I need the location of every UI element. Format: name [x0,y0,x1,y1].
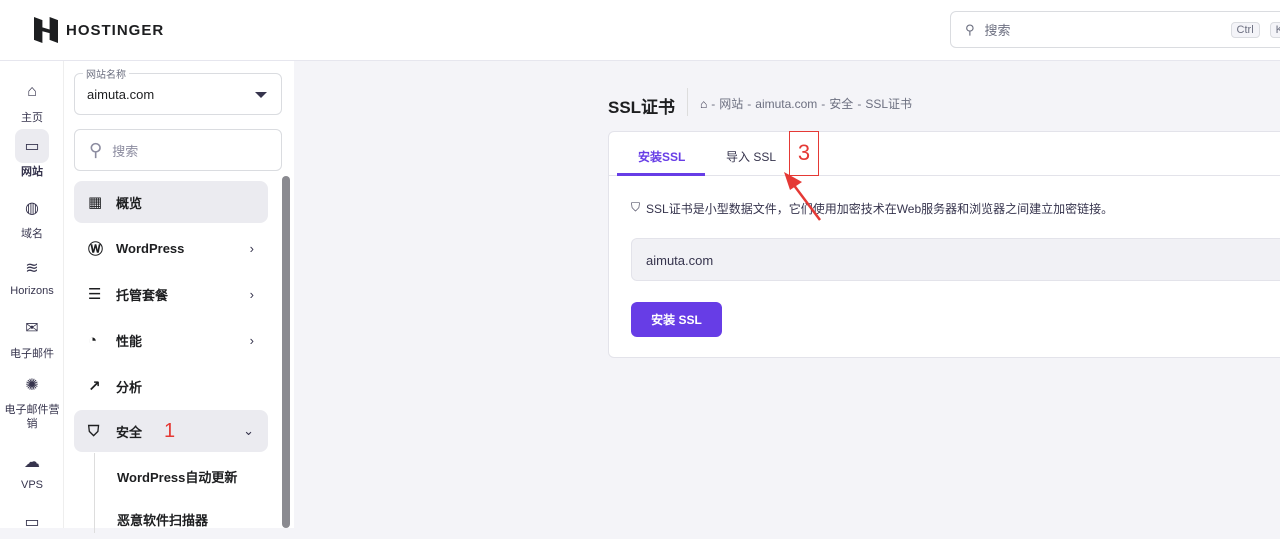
rail-domains[interactable]: ◍ 域名 [0,191,64,241]
top-bar: HOSTINGER ⚲ 搜索 Ctrl K [0,0,1280,61]
spinner-icon: ✺ [25,377,39,394]
mail-icon: ✉ [25,320,39,337]
browser-icon: ▭ [15,129,49,163]
shield-check-icon: ⛉ [88,422,100,440]
pie-chart-icon: ◔ [88,331,98,349]
wordpress-icon: Ⓦ [88,240,104,258]
logo-mark-icon [34,17,58,43]
annotation-step-1: 1 [164,419,176,442]
breadcrumb-item[interactable]: 安全 [829,95,853,112]
rail-email[interactable]: ✉ 电子邮件 [0,311,64,361]
rail-vps[interactable]: ☁ VPS [0,445,64,491]
page-title: SSL证书 [608,98,676,117]
breadcrumb: ⌂ - 网站 - aimuta.com - 安全 - SSL证书 [700,95,912,112]
breadcrumb-item[interactable]: aimuta.com [755,97,817,111]
ssl-tabs: 安装SSL 导入 SSL [609,132,1280,176]
divider [687,88,688,116]
home-icon: ⌂ [27,83,37,100]
rail-billing[interactable]: ▭ [0,505,64,539]
kbd-k: K [1269,21,1280,38]
sidebar-item-wordpress[interactable]: Ⓦ WordPress › [74,227,268,269]
server-icon: ☰ [88,286,102,303]
rail-email-marketing[interactable]: ✺ 电子邮件营销 [0,369,64,431]
active-tab-underline [617,173,705,176]
chevron-right-icon: › [249,240,254,256]
app-rail: ⌂ 主页 ▭ 网站 ◍ 域名 ≋ Horizons ✉ 电子邮件 ✺ 电子邮件营销 ☁ VPS… [0,61,64,531]
site-select[interactable]: 网站名称 aimuta.com [74,66,282,115]
sidebar-item-analytics[interactable]: ↗ 分析 [74,365,268,407]
sidebar-search-input[interactable]: ⚲ 搜索 [74,129,282,171]
search-icon: ⚲ [89,139,103,160]
chevron-right-icon: › [249,332,254,348]
submenu-line [94,453,95,533]
search-icon: ⚲ [965,21,975,37]
caret-down-icon [255,92,267,98]
rail-home[interactable]: ⌂ 主页 [0,75,64,125]
breadcrumb-item[interactable]: 网站 [719,95,743,112]
line-chart-icon: ↗ [88,378,101,395]
global-search[interactable]: ⚲ 搜索 Ctrl K [950,11,1280,48]
sidebar-subitem-malware-scanner[interactable]: 恶意软件扫描器 [117,510,208,529]
sidebar-item-hosting-plan[interactable]: ☰ 托管套餐 › [74,273,268,315]
ssl-info: ⛉ SSL证书是小型数据文件，它们使用加密技术在Web服务器和浏览器之间建立加密链… [631,200,1114,216]
search-placeholder: 搜索 [984,23,1011,38]
globe-icon: ◍ [25,200,39,217]
cloud-server-icon: ☁ [24,454,40,471]
chevron-right-icon: › [249,286,254,302]
home-icon[interactable]: ⌂ [700,97,707,111]
site-sidebar: 网站名称 aimuta.com ⚲ 搜索 ▦ 概览 Ⓦ WordPress › ☰ 托管套餐… [64,61,294,533]
rail-horizons[interactable]: ≋ Horizons [0,251,64,297]
chevron-down-icon: ⌄ [243,423,254,438]
ssl-card: 安装SSL 导入 SSL ⛉ SSL证书是小型数据文件，它们使用加密技术在Web服… [608,131,1280,358]
hostinger-logo[interactable]: HOSTINGER [34,17,164,43]
rail-websites[interactable]: ▭ 网站 [0,129,64,179]
grid-icon: ▦ [88,194,103,211]
kbd-ctrl: Ctrl [1230,21,1260,38]
horizons-icon: ≋ [25,260,39,277]
sidebar-item-performance[interactable]: ◔ 性能 › [74,319,268,361]
domain-field[interactable]: aimuta.com [631,238,1280,281]
sidebar-item-overview[interactable]: ▦ 概览 [74,181,268,223]
annotation-arrow-icon [784,172,821,221]
card-icon: ▭ [24,514,40,531]
shield-icon: ⛉ [631,200,641,214]
breadcrumb-item: SSL证书 [865,97,912,111]
install-ssl-button[interactable]: 安装 SSL [631,302,722,337]
sidebar-scrollbar[interactable] [282,176,290,528]
tab-import-ssl[interactable]: 导入 SSL [726,148,776,165]
tab-install-ssl[interactable]: 安装SSL [638,148,685,165]
sidebar-item-security[interactable]: ⛉ 安全 1 ⌄ [74,410,268,452]
sidebar-subitem-wp-autoupdate[interactable]: WordPress自动更新 [117,467,237,486]
